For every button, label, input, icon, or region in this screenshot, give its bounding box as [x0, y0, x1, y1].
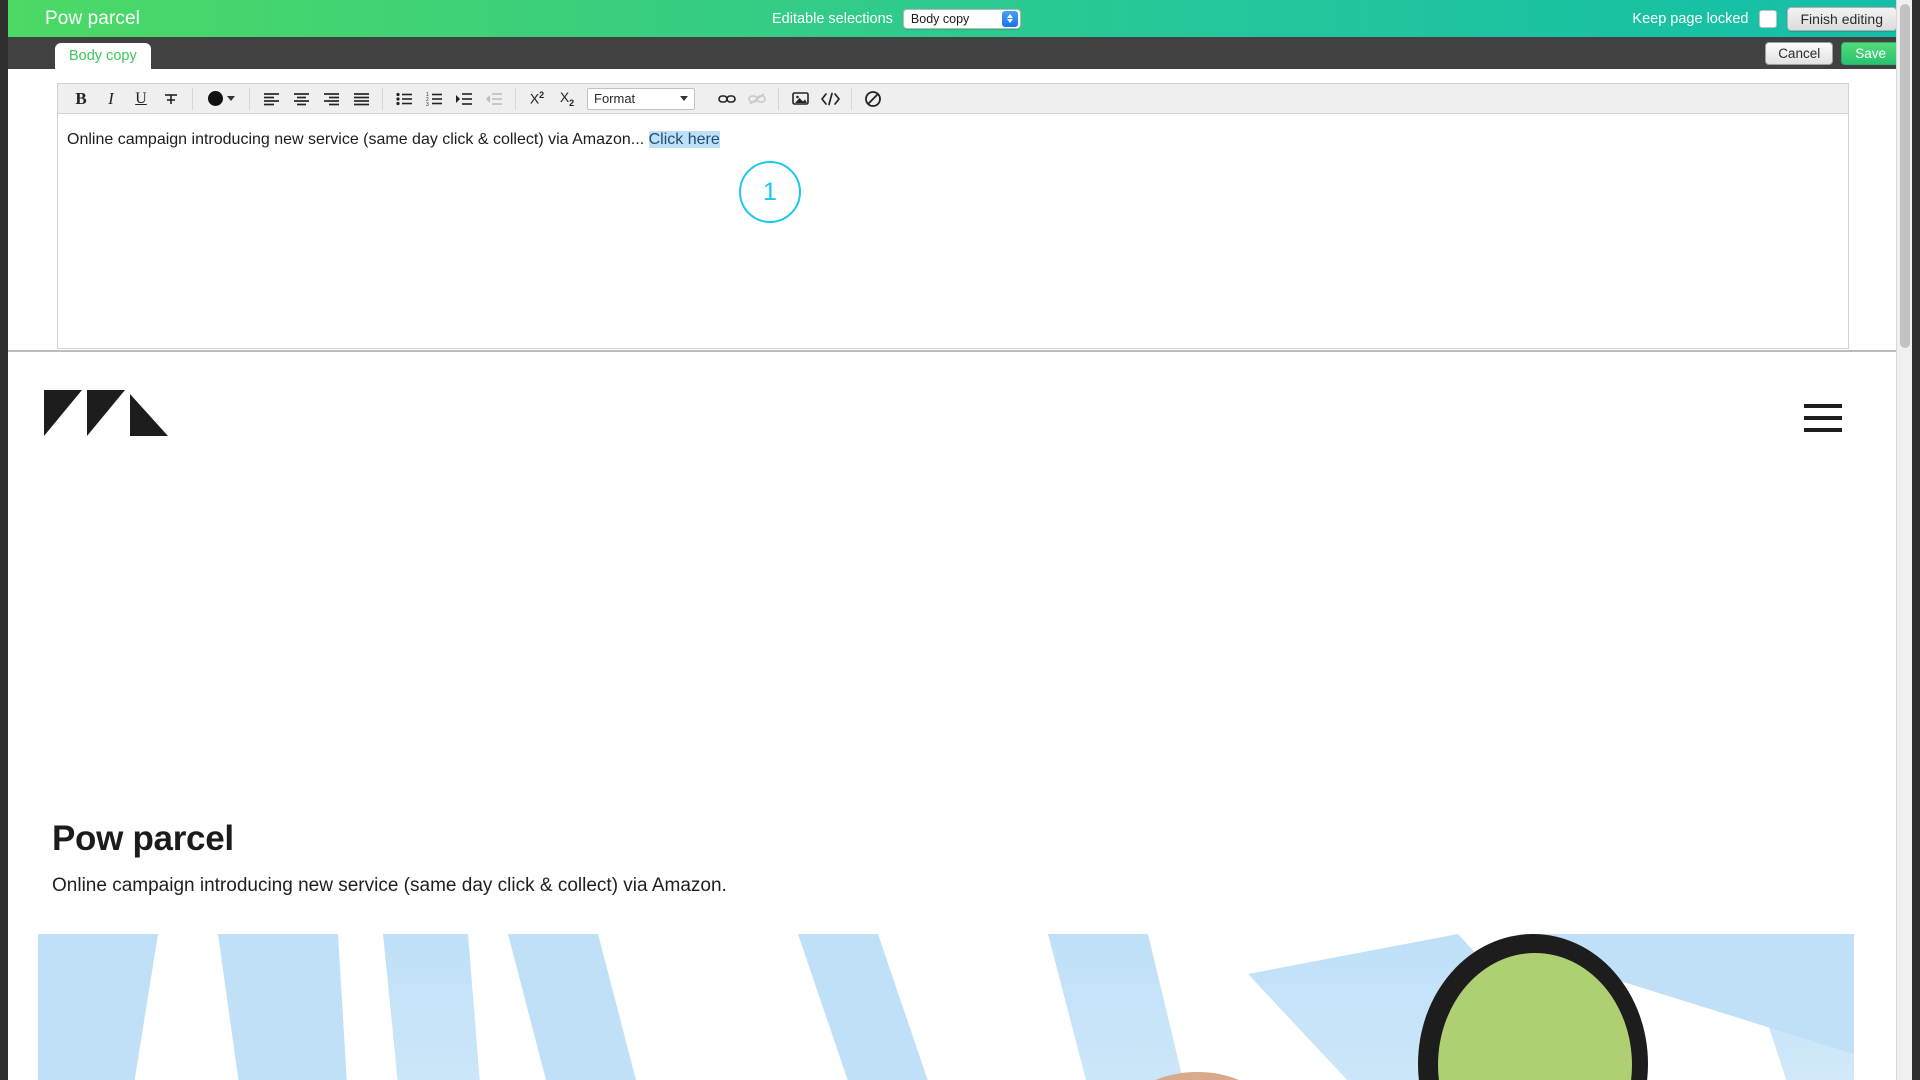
- window-edge-left: [0, 0, 8, 1080]
- admin-right-group: Keep page locked Finish editing: [1632, 0, 1897, 37]
- cancel-button[interactable]: Cancel: [1765, 42, 1834, 65]
- editable-selections-value: Body copy: [910, 11, 970, 26]
- keep-page-locked-label: Keep page locked: [1632, 10, 1749, 27]
- select-stepper-icon[interactable]: [1001, 10, 1018, 27]
- link-icon[interactable]: [712, 86, 742, 112]
- outdent-icon[interactable]: [479, 86, 509, 112]
- tab-body-copy[interactable]: Body copy: [55, 43, 151, 69]
- finish-editing-button[interactable]: Finish editing: [1786, 6, 1897, 31]
- editable-selections-label: Editable selections: [772, 10, 893, 27]
- strikethrough-icon[interactable]: [156, 86, 186, 112]
- text-color-icon[interactable]: [199, 86, 243, 112]
- svg-text:3: 3: [426, 102, 429, 106]
- annotation-marker-1: 1: [739, 161, 801, 223]
- underline-icon[interactable]: U: [126, 86, 156, 112]
- chevron-down-icon: [680, 96, 688, 101]
- browser-window: Pow parcel Editable selections Body copy…: [0, 0, 1920, 1080]
- editor-selected-text[interactable]: Click here: [648, 131, 720, 148]
- clear-formatting-icon[interactable]: [858, 86, 888, 112]
- align-center-icon[interactable]: [286, 86, 316, 112]
- editor-panel: B I U 1 2 3 X2 X2 Format Online campaign…: [8, 69, 1911, 350]
- page-title: Pow parcel: [45, 7, 140, 29]
- three-triangles-logo[interactable]: [44, 390, 168, 445]
- image-icon[interactable]: [785, 86, 815, 112]
- hero-illustration: [38, 934, 1854, 1080]
- indent-icon[interactable]: [449, 86, 479, 112]
- editor-toolbar: B I U 1 2 3 X2 X2 Format: [58, 84, 1848, 114]
- align-justify-icon[interactable]: [346, 86, 376, 112]
- rich-text-editor: B I U 1 2 3 X2 X2 Format Online campaign…: [57, 83, 1849, 349]
- chevron-down-icon: [226, 96, 235, 101]
- hamburger-menu[interactable]: [1804, 404, 1842, 432]
- save-button[interactable]: Save: [1841, 42, 1900, 65]
- bold-icon[interactable]: B: [66, 86, 96, 112]
- scrollbar-thumb[interactable]: [1900, 4, 1910, 348]
- keep-page-locked-checkbox[interactable]: [1758, 9, 1777, 28]
- editor-body-text: Online campaign introducing new service …: [67, 131, 649, 148]
- editable-selections-group: Editable selections Body copy: [772, 0, 1021, 37]
- editor-tab-bar: Body copy Cancel Save: [8, 37, 1911, 69]
- hamburger-line: [1804, 416, 1842, 420]
- align-left-icon[interactable]: [256, 86, 286, 112]
- vertical-scrollbar[interactable]: [1896, 0, 1912, 1080]
- panel-divider: [8, 350, 1911, 352]
- subscript-icon[interactable]: X2: [552, 86, 582, 112]
- editor-actions: Cancel Save: [1765, 42, 1900, 65]
- hamburger-line: [1804, 428, 1842, 432]
- bullet-list-icon[interactable]: [389, 86, 419, 112]
- site-heading: Pow parcel: [52, 819, 234, 858]
- italic-icon[interactable]: I: [96, 86, 126, 112]
- editor-content-area[interactable]: Online campaign introducing new service …: [58, 114, 1848, 151]
- format-select[interactable]: Format: [587, 87, 695, 110]
- site-preview: Pow parcel Online campaign introducing n…: [8, 352, 1904, 1080]
- hero-artwork: [38, 934, 1854, 1080]
- window-edge-right: [1912, 0, 1920, 1080]
- site-header: [8, 352, 1904, 478]
- site-subheading: Online campaign introducing new service …: [52, 875, 727, 896]
- admin-toolbar: Pow parcel Editable selections Body copy…: [0, 0, 1911, 37]
- hamburger-line: [1804, 404, 1842, 408]
- superscript-icon[interactable]: X2: [522, 86, 552, 112]
- code-icon[interactable]: [815, 86, 845, 112]
- numbered-list-icon[interactable]: 123: [419, 86, 449, 112]
- editable-selections-select[interactable]: Body copy: [902, 8, 1021, 29]
- unlink-icon[interactable]: [742, 86, 772, 112]
- format-select-value: Format: [594, 91, 636, 106]
- align-right-icon[interactable]: [316, 86, 346, 112]
